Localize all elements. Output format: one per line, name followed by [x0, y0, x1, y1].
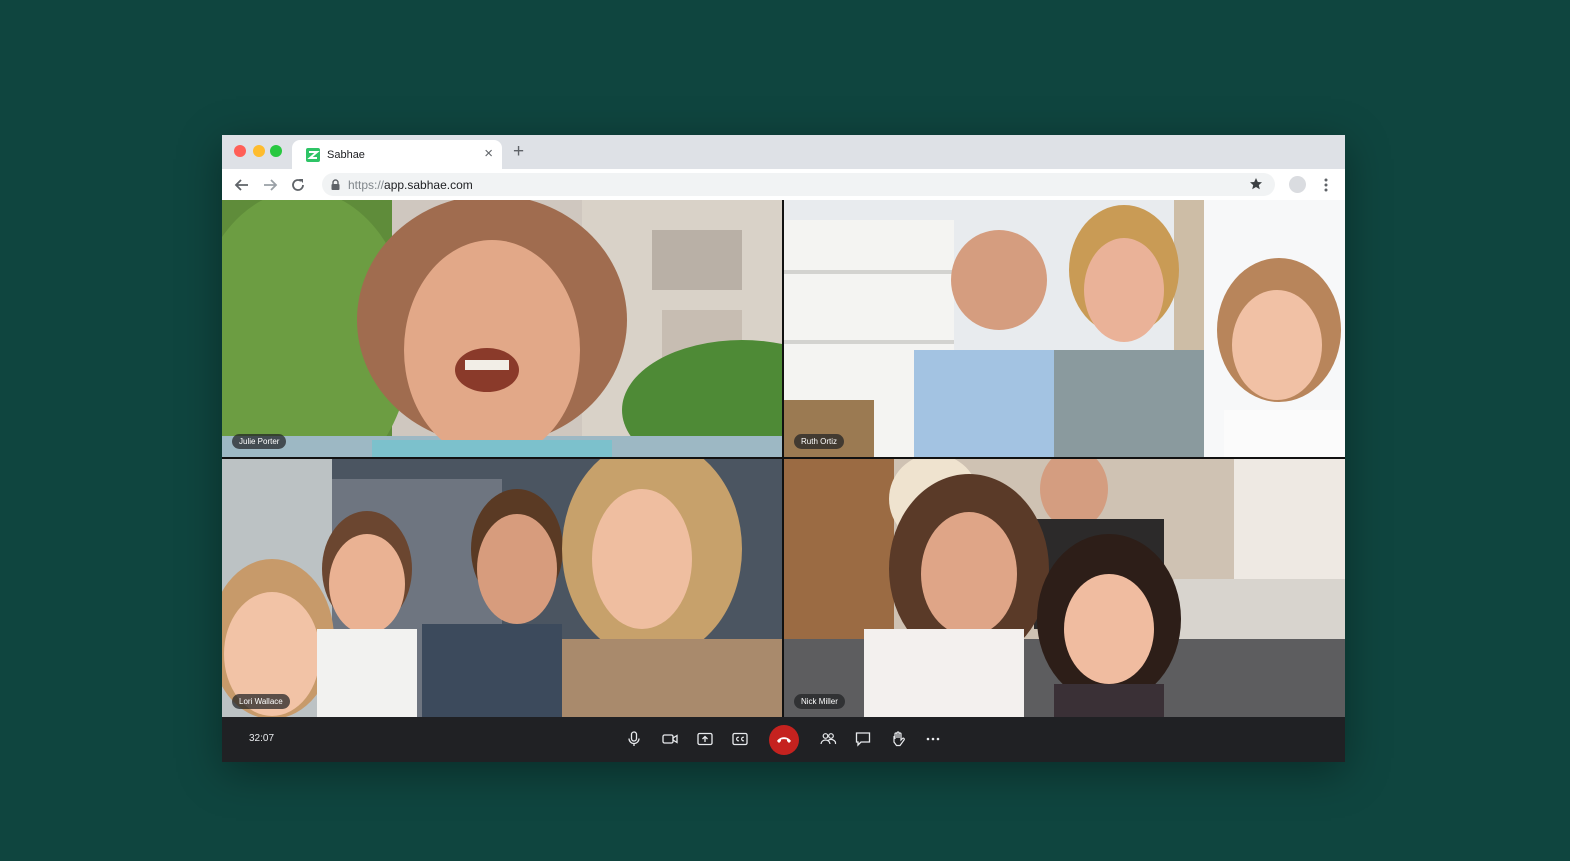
maximize-window-button[interactable]: [270, 145, 282, 157]
raise-hand-icon: [893, 731, 905, 747]
share-screen-button[interactable]: [696, 730, 714, 748]
sabhae-logo-icon: [306, 148, 320, 162]
meeting-control-bar: 32:07: [222, 717, 1345, 762]
participants-button[interactable]: [819, 730, 837, 748]
more-options-icon: [926, 737, 940, 741]
meeting-timer: 32:07: [249, 733, 275, 744]
video-tile[interactable]: Lori Wallace: [222, 459, 782, 717]
camera-icon: [662, 734, 678, 744]
microphone-icon: [628, 731, 640, 746]
chat-icon: [855, 732, 871, 747]
tab-title: Sabhae: [327, 149, 365, 161]
back-arrow-icon[interactable]: [234, 177, 250, 193]
participant-video: [222, 200, 782, 457]
captions-icon: [732, 732, 748, 746]
camera-button[interactable]: [661, 730, 679, 748]
participant-name: Lori Wallace: [232, 694, 290, 709]
url-scheme: https://: [348, 178, 385, 192]
close-window-button[interactable]: [234, 145, 246, 157]
url-host: app.sabhae.com: [384, 178, 473, 192]
participants-icon: [820, 733, 837, 745]
video-grid: Julie Porter Ruth Ortiz Lori Wallace Nic…: [222, 200, 1345, 717]
participant-video: [222, 459, 782, 717]
new-tab-button[interactable]: +: [513, 142, 524, 161]
bookmark-star-icon[interactable]: [1249, 177, 1263, 191]
share-screen-icon: [697, 732, 713, 746]
forward-arrow-icon[interactable]: [262, 177, 278, 193]
chat-button[interactable]: [854, 730, 872, 748]
profile-avatar[interactable]: [1289, 176, 1306, 193]
raise-hand-button[interactable]: [889, 730, 907, 748]
reload-icon[interactable]: [290, 177, 306, 193]
participant-name: Nick Miller: [794, 694, 845, 709]
video-tile[interactable]: Ruth Ortiz: [784, 200, 1345, 457]
video-tile[interactable]: Julie Porter: [222, 200, 782, 457]
url-text[interactable]: https://app.sabhae.com: [348, 178, 473, 192]
browser-toolbar: https://app.sabhae.com: [222, 169, 1345, 201]
tab-close-icon[interactable]: ×: [484, 146, 493, 161]
tab-strip: Sabhae × +: [222, 135, 1345, 169]
lock-icon: [331, 179, 340, 190]
captions-button[interactable]: [731, 730, 749, 748]
participant-video: [784, 459, 1345, 717]
address-bar[interactable]: https://app.sabhae.com: [322, 173, 1275, 196]
participant-video: [784, 200, 1345, 457]
microphone-button[interactable]: [625, 730, 643, 748]
minimize-window-button[interactable]: [253, 145, 265, 157]
browser-menu-icon[interactable]: [1321, 177, 1331, 193]
participant-name: Julie Porter: [232, 434, 287, 449]
browser-window: Sabhae × + https://app.sabhae.com Julie …: [222, 135, 1345, 762]
tab-sabhae[interactable]: Sabhae ×: [292, 140, 502, 169]
hang-up-icon: [777, 737, 791, 743]
more-options-button[interactable]: [924, 730, 942, 748]
participant-name: Ruth Ortiz: [794, 434, 845, 449]
video-tile[interactable]: Nick Miller: [784, 459, 1345, 717]
hang-up-button[interactable]: [769, 725, 799, 755]
